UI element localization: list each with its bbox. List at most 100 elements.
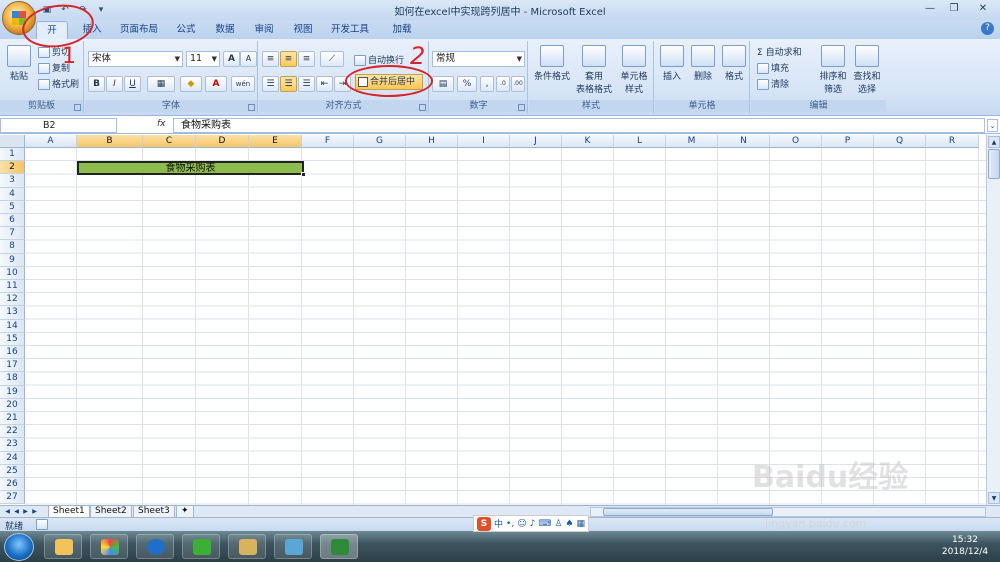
currency-button[interactable]: ▤ xyxy=(432,76,454,92)
row-header-15[interactable]: 15 xyxy=(0,332,25,346)
expand-formula-icon[interactable]: ⌄ xyxy=(987,119,998,132)
vertical-scrollbar[interactable]: ▲ ▼ xyxy=(986,135,1000,505)
clipboard-launcher-icon[interactable] xyxy=(74,104,81,111)
row-header-8[interactable]: 8 xyxy=(0,240,25,254)
worksheet-grid[interactable]: ABCDEFGHIJKLMNOPQR 1 2 3 4 5 6 7 8 9 10 11 12 13 14 15… xyxy=(0,135,986,505)
horizontal-scrollbar[interactable] xyxy=(590,507,986,517)
start-button[interactable] xyxy=(4,533,34,561)
alignment-launcher-icon[interactable] xyxy=(419,104,426,111)
row-header-27[interactable]: 27 xyxy=(0,491,25,505)
system-clock[interactable]: 15:32 2018/12/4 xyxy=(938,534,992,558)
row-header-3[interactable]: 3 xyxy=(0,174,25,188)
row-header-11[interactable]: 11 xyxy=(0,280,25,294)
last-sheet-icon[interactable]: ▶ xyxy=(30,507,39,517)
row-header-22[interactable]: 22 xyxy=(0,425,25,439)
punctuation-icon[interactable]: •, xyxy=(506,519,514,529)
tab-formulas[interactable]: 公式 xyxy=(170,21,202,39)
taskbar-app-folder[interactable] xyxy=(44,534,82,559)
tab-data[interactable]: 数据 xyxy=(209,21,241,39)
column-header-f[interactable]: F xyxy=(302,135,354,148)
shrink-font-button[interactable]: A xyxy=(240,51,257,67)
scroll-down-icon[interactable]: ▼ xyxy=(988,492,1000,504)
row-header-20[interactable]: 20 xyxy=(0,398,25,412)
delete-cells-button[interactable]: 删除 xyxy=(688,45,718,82)
font-color-button[interactable]: A xyxy=(205,76,227,92)
decrease-decimal-icon[interactable]: .00 xyxy=(511,76,525,92)
fill-button[interactable]: 填充 xyxy=(757,61,789,74)
column-header-k[interactable]: K xyxy=(562,135,614,148)
percent-button[interactable]: % xyxy=(457,76,477,92)
increase-decimal-icon[interactable]: .0 xyxy=(496,76,510,92)
bold-button[interactable]: B xyxy=(88,76,105,92)
taskbar-app-wechat[interactable] xyxy=(182,534,220,559)
phonetic-button[interactable]: wén xyxy=(231,76,255,92)
row-header-26[interactable]: 26 xyxy=(0,478,25,492)
merged-cell-b2-e2[interactable]: 食物采购表 xyxy=(77,161,304,175)
formula-input[interactable]: 食物采购表 xyxy=(173,118,985,133)
align-center-icon[interactable]: ☰ xyxy=(280,76,297,92)
name-box[interactable]: B2 xyxy=(0,118,117,133)
border-button[interactable]: ▦ xyxy=(147,76,175,92)
font-size-select[interactable]: 11 ▼ xyxy=(186,51,220,67)
align-middle-icon[interactable]: ≡ xyxy=(280,51,297,67)
row-header-14[interactable]: 14 xyxy=(0,319,25,333)
fill-color-button[interactable]: ◆ xyxy=(180,76,202,92)
column-header-g[interactable]: G xyxy=(354,135,406,148)
column-header-b[interactable]: B xyxy=(77,135,143,148)
cell-styles-button[interactable]: 单元格 样式 xyxy=(615,45,653,95)
row-header-17[interactable]: 17 xyxy=(0,359,25,373)
paste-button[interactable]: 粘贴 xyxy=(4,45,34,82)
orientation-icon[interactable]: ⟋ xyxy=(320,51,344,67)
row-header-4[interactable]: 4 xyxy=(0,187,25,201)
skin-icon[interactable]: ♠ xyxy=(565,519,573,529)
row-header-1[interactable]: 1 xyxy=(0,148,25,162)
prev-sheet-icon[interactable]: ◀ xyxy=(12,507,21,517)
tab-page-layout[interactable]: 页面布局 xyxy=(114,21,164,39)
row-header-24[interactable]: 24 xyxy=(0,451,25,465)
column-header-i[interactable]: I xyxy=(458,135,510,148)
first-sheet-icon[interactable]: ◀ xyxy=(3,507,12,517)
number-launcher-icon[interactable] xyxy=(518,104,525,111)
minimize-button[interactable]: — xyxy=(918,0,942,18)
align-bottom-icon[interactable]: ≡ xyxy=(298,51,315,67)
column-header-h[interactable]: H xyxy=(406,135,458,148)
insert-cells-button[interactable]: 插入 xyxy=(657,45,687,82)
row-header-16[interactable]: 16 xyxy=(0,346,25,360)
tab-review[interactable]: 审阅 xyxy=(248,21,280,39)
insert-function-button[interactable]: fx xyxy=(157,119,169,131)
row-header-6[interactable]: 6 xyxy=(0,214,25,228)
column-header-r[interactable]: R xyxy=(926,135,979,148)
row-header-19[interactable]: 19 xyxy=(0,385,25,399)
column-header-e[interactable]: E xyxy=(249,135,302,148)
tab-developer[interactable]: 开发工具 xyxy=(325,21,375,39)
format-painter-button[interactable]: 格式刷 xyxy=(38,77,79,90)
column-header-j[interactable]: J xyxy=(510,135,562,148)
align-right-icon[interactable]: ☰ xyxy=(298,76,315,92)
underline-button[interactable]: U xyxy=(124,76,141,92)
next-sheet-icon[interactable]: ▶ xyxy=(21,507,30,517)
row-header-10[interactable]: 10 xyxy=(0,266,25,280)
row-header-18[interactable]: 18 xyxy=(0,372,25,386)
comma-button[interactable]: , xyxy=(480,76,494,92)
taskbar-app-excel[interactable] xyxy=(320,534,358,559)
align-top-icon[interactable]: ≡ xyxy=(262,51,279,67)
select-all-corner[interactable] xyxy=(0,135,25,148)
macro-record-icon[interactable] xyxy=(36,519,48,530)
microphone-icon[interactable]: ♪ xyxy=(530,519,536,529)
close-button[interactable]: ✕ xyxy=(966,0,1000,18)
column-header-q[interactable]: Q xyxy=(874,135,926,148)
column-header-p[interactable]: P xyxy=(822,135,874,148)
grow-font-button[interactable]: A xyxy=(223,51,240,67)
format-as-table-button[interactable]: 套用 表格格式 xyxy=(573,45,615,95)
font-launcher-icon[interactable] xyxy=(248,104,255,111)
align-left-icon[interactable]: ☰ xyxy=(262,76,279,92)
tab-addins[interactable]: 加载项 xyxy=(382,21,422,52)
column-header-a[interactable]: A xyxy=(25,135,77,148)
font-name-select[interactable]: 宋体 ▼ xyxy=(88,51,183,67)
column-header-n[interactable]: N xyxy=(718,135,770,148)
ime-language[interactable]: 中 xyxy=(494,517,503,530)
toolbox-icon[interactable]: ▦ xyxy=(576,519,585,529)
ime-toolbar[interactable]: S 中 •, ☺ ♪ ⌨ ♙ ♠ ▦ xyxy=(473,515,589,532)
column-header-c[interactable]: C xyxy=(143,135,196,148)
sort-filter-button[interactable]: 排序和 筛选 xyxy=(817,45,849,95)
